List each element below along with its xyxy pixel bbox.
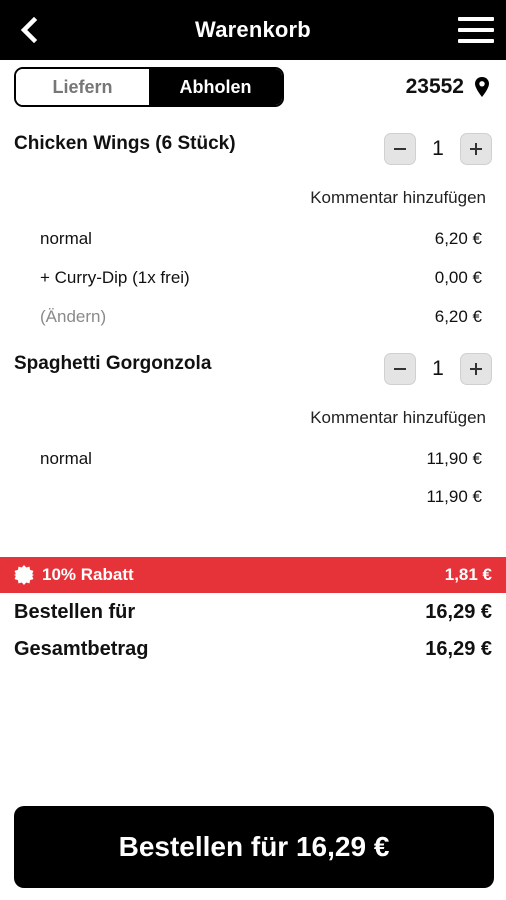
postal-code-selector[interactable]: 23552	[406, 72, 490, 102]
cart-item-name: Chicken Wings (6 Stück)	[14, 133, 236, 154]
postal-code: 23552	[405, 75, 464, 98]
quantity-stepper: 1	[384, 353, 492, 385]
tab-liefern[interactable]: Liefern	[16, 69, 149, 105]
line-item-price: 0,00 €	[434, 268, 482, 287]
total-label: Gesamtbetrag	[14, 638, 149, 660]
cart-item-name: Spaghetti Gorgonzola	[14, 353, 212, 374]
line-item-price: 6,20 €	[434, 307, 482, 326]
chevron-left-icon	[20, 17, 38, 43]
change-options-link[interactable]: (Ändern)	[40, 307, 106, 327]
line-item-label: + Curry-Dip (1x frei)	[40, 268, 190, 287]
quantity-value: 1	[432, 357, 444, 380]
line-item-price: 6,20 €	[434, 229, 482, 248]
line-item: + Curry-Dip (1x frei) 0,00 €	[40, 268, 482, 288]
line-item: normal 11,90 €	[40, 449, 482, 469]
discount-banner: 10% Rabatt 1,81 €	[0, 557, 506, 593]
line-item-label: normal	[40, 449, 92, 468]
plus-icon	[470, 363, 482, 375]
tab-abholen[interactable]: Abholen	[149, 69, 282, 105]
order-for-row: Bestellen für 16,29 €	[14, 601, 492, 624]
line-item-subtotal: 11,90 €	[40, 487, 482, 507]
page-title: Warenkorb	[195, 17, 311, 42]
line-item-label: normal	[40, 229, 92, 248]
increase-button[interactable]	[460, 133, 492, 165]
quantity-value: 1	[432, 137, 444, 160]
decrease-button[interactable]	[384, 133, 416, 165]
line-item: normal 6,20 €	[40, 229, 482, 249]
order-for-value: 16,29 €	[425, 601, 492, 623]
top-bar: Warenkorb	[0, 0, 506, 60]
decrease-button[interactable]	[384, 353, 416, 385]
location-pin-icon	[475, 77, 489, 97]
minus-icon	[394, 148, 406, 150]
badge-icon	[14, 565, 34, 585]
total-row: Gesamtbetrag 16,29 €	[14, 638, 492, 661]
line-item-price: 11,90 €	[426, 449, 482, 468]
delivery-mode-toggle: Liefern Abholen	[14, 67, 284, 107]
quantity-stepper: 1	[384, 133, 492, 165]
line-item: (Ändern) 6,20 €	[40, 307, 482, 327]
plus-icon	[470, 143, 482, 155]
increase-button[interactable]	[460, 353, 492, 385]
discount-amount: 1,81 €	[444, 565, 492, 584]
total-value: 16,29 €	[425, 638, 492, 660]
add-comment-link[interactable]: Kommentar hinzufügen	[310, 408, 486, 428]
add-comment-link[interactable]: Kommentar hinzufügen	[310, 188, 486, 208]
minus-icon	[394, 368, 406, 370]
hamburger-menu-icon[interactable]	[456, 14, 496, 46]
discount-label: 10% Rabatt	[42, 565, 134, 584]
line-item-price: 11,90 €	[426, 487, 482, 506]
back-button[interactable]	[12, 14, 46, 46]
order-for-label: Bestellen für	[14, 601, 136, 623]
place-order-button[interactable]: Bestellen für 16,29 €	[14, 806, 494, 888]
